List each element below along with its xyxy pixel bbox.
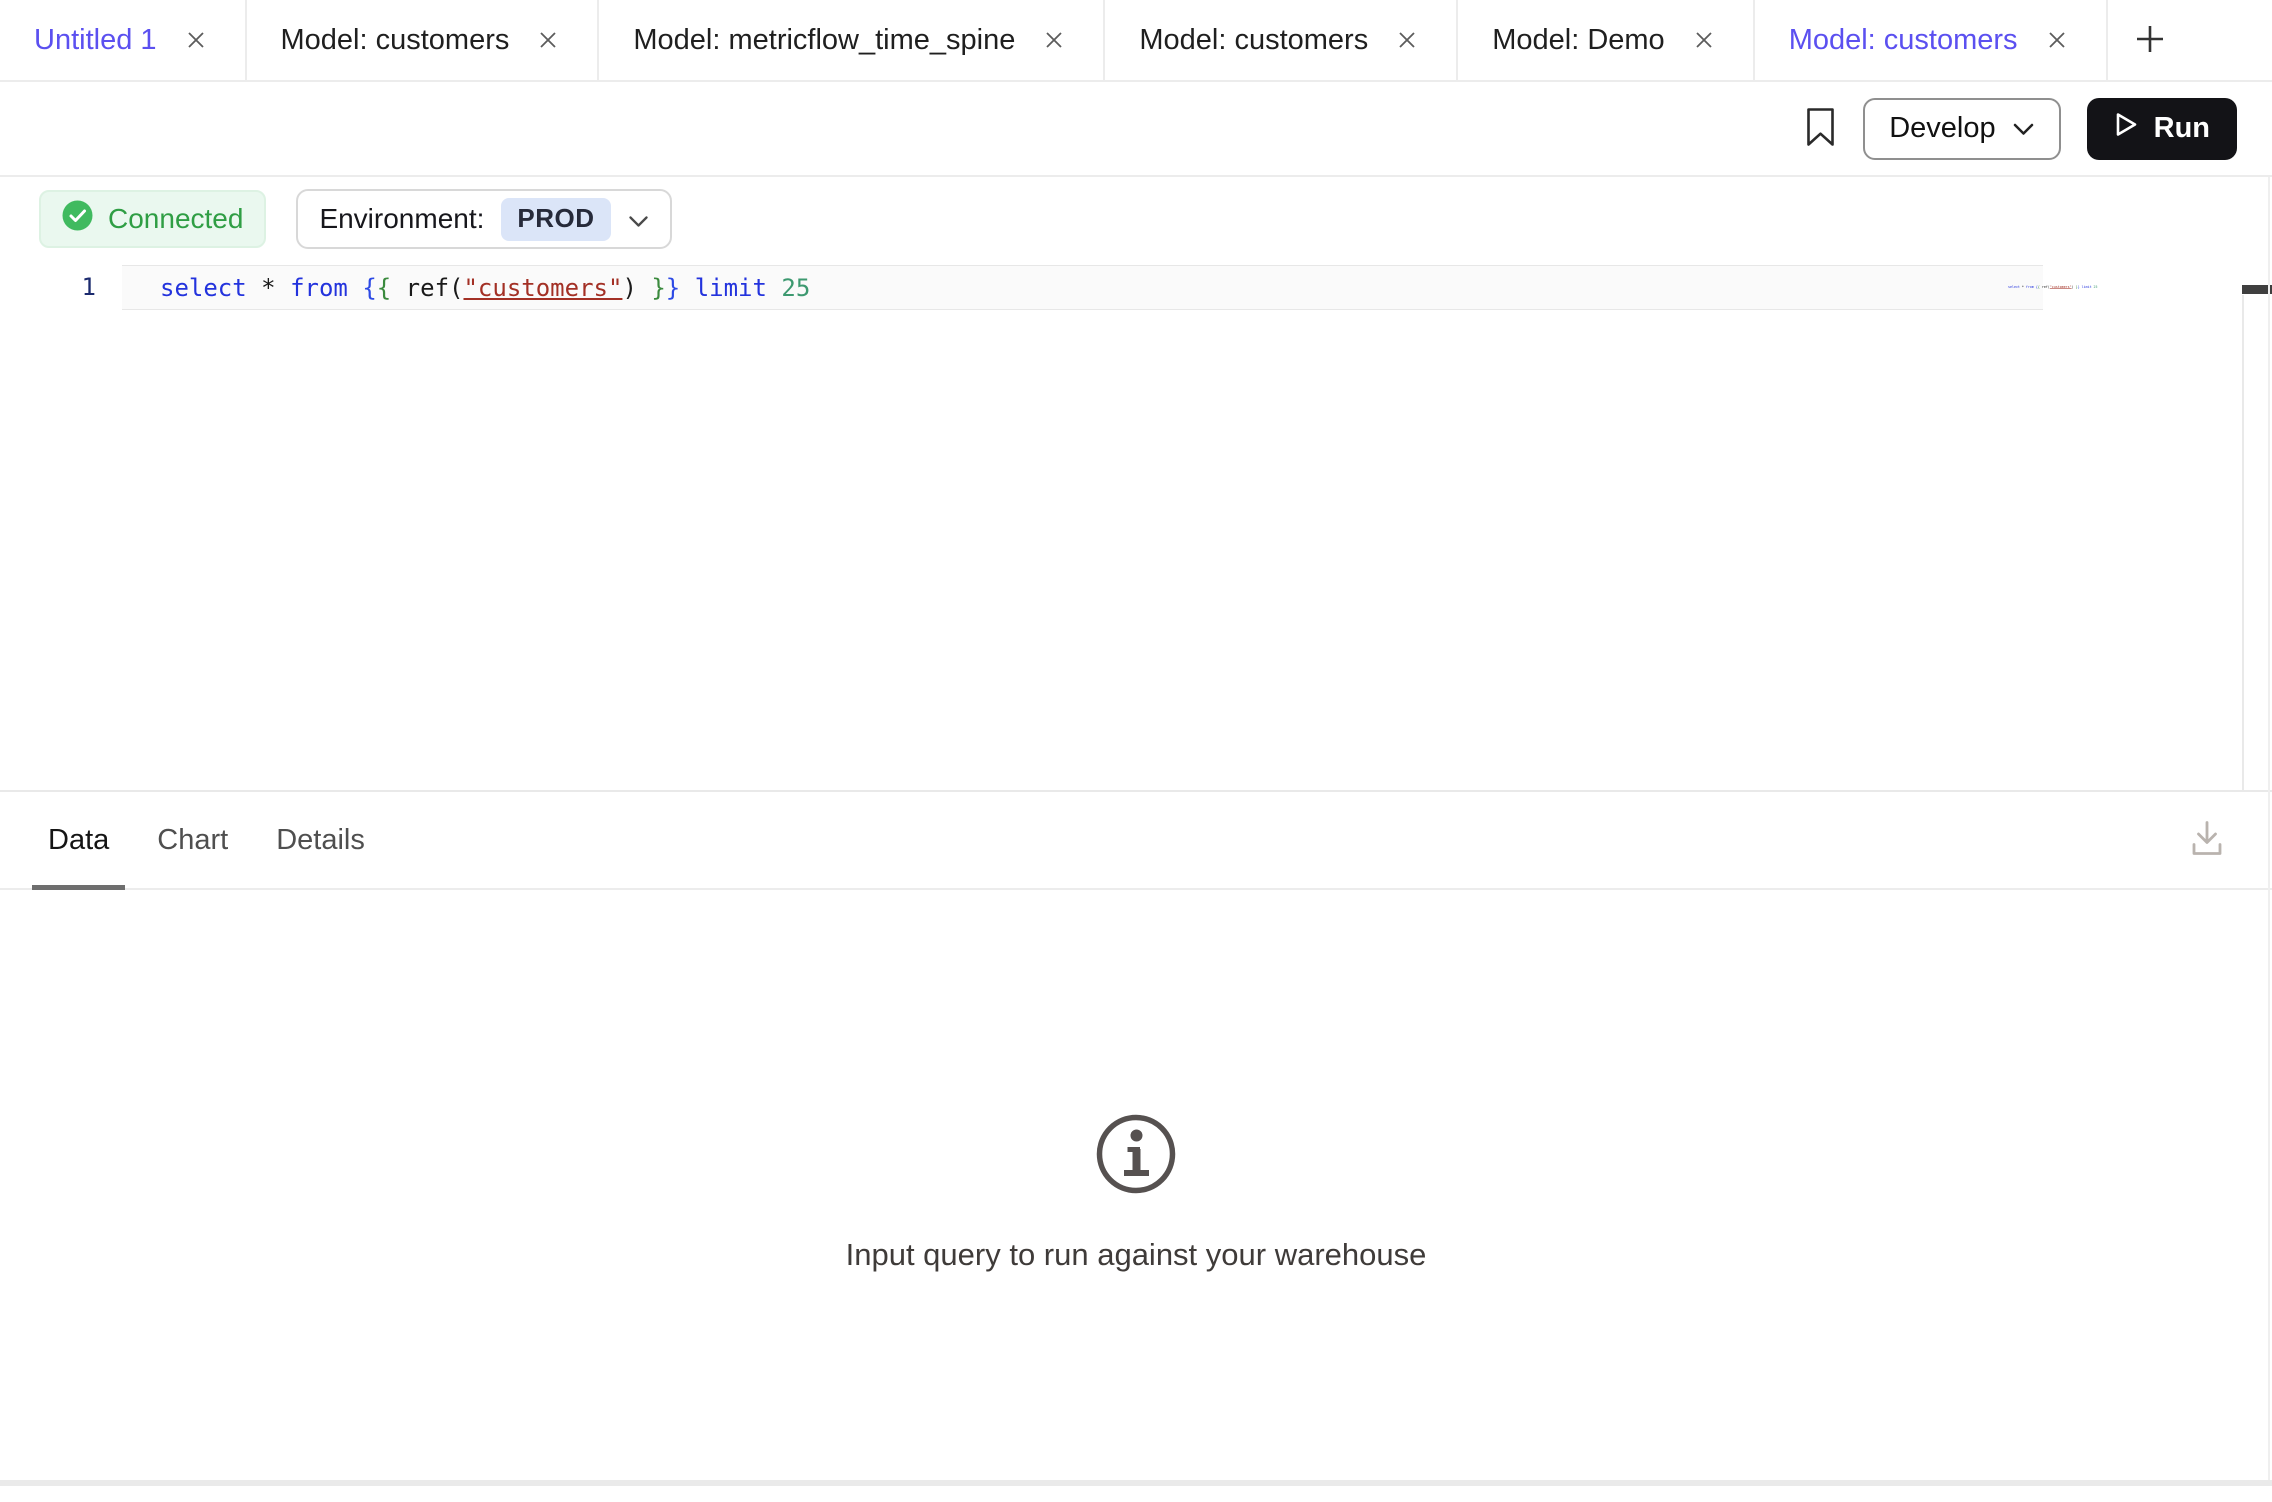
code-token-brace_inner: } xyxy=(651,274,665,302)
file-tab-label: Model: customers xyxy=(1139,24,1368,57)
code-token-plain: ( xyxy=(449,274,463,302)
bookmark-button[interactable] xyxy=(1804,106,1837,151)
results-tab-bar: DataChartDetails xyxy=(0,792,2272,890)
ref-model-link[interactable]: "customers" xyxy=(463,274,622,302)
file-tab-5[interactable]: Model: customers xyxy=(1755,0,2108,80)
code-token-plain xyxy=(680,274,694,302)
editor-minimap[interactable]: select * from {{ ref("customers") }} lim… xyxy=(2008,285,2098,289)
code-token-plain xyxy=(637,274,651,302)
code-token-plain xyxy=(391,274,405,302)
download-icon xyxy=(2186,849,2228,864)
play-icon xyxy=(2114,111,2139,146)
develop-dropdown-button[interactable]: Develop xyxy=(1863,98,2060,160)
code-token-number: 25 xyxy=(2094,285,2098,289)
code-token-number: 25 xyxy=(781,274,810,302)
info-icon xyxy=(1094,1112,1178,1201)
code-token-plain: ) xyxy=(622,274,636,302)
new-tab-button[interactable] xyxy=(2108,0,2192,80)
run-button[interactable]: Run xyxy=(2087,98,2237,160)
code-token-keyword: from xyxy=(2026,285,2034,289)
file-tab-4[interactable]: Model: Demo xyxy=(1458,0,1754,80)
download-results-button[interactable] xyxy=(2186,817,2228,864)
sql-code-editor[interactable]: 1 select * from {{ ref("customers") }} l… xyxy=(0,265,2272,790)
code-token-plain xyxy=(767,274,781,302)
line-number: 1 xyxy=(0,265,122,310)
code-token-keyword: limit xyxy=(2082,285,2092,289)
file-tab-label: Model: customers xyxy=(1789,24,2018,57)
code-token-plain xyxy=(247,274,261,302)
file-tab-1[interactable]: Model: customers xyxy=(247,0,600,80)
close-tab-icon[interactable] xyxy=(1039,25,1069,55)
run-label: Run xyxy=(2154,112,2210,145)
code-line-1[interactable]: 1 select * from {{ ref("customers") }} l… xyxy=(0,265,2272,310)
environment-value-pill: PROD xyxy=(501,198,610,241)
code-token-brace_inner: { xyxy=(377,274,391,302)
chevron-down-icon xyxy=(628,203,649,235)
code-token-keyword: select xyxy=(2008,285,2020,289)
code-line-content[interactable]: select * from {{ ref("customers") }} lim… xyxy=(122,265,2043,310)
results-panel: DataChartDetails Input query to run agai… xyxy=(0,790,2272,1502)
bookmark-icon xyxy=(1804,106,1837,151)
editor-scrollbar-track xyxy=(2242,295,2244,790)
environment-label: Environment: xyxy=(319,203,484,235)
code-token-keyword: from xyxy=(290,274,348,302)
file-tab-2[interactable]: Model: metricflow_time_spine xyxy=(599,0,1105,80)
window-bottom-edge xyxy=(0,1480,2272,1486)
close-tab-icon[interactable] xyxy=(2042,25,2072,55)
file-tab-0[interactable]: Untitled 1 xyxy=(0,0,247,80)
code-token-keyword: select xyxy=(160,274,247,302)
file-tab-bar: Untitled 1 Model: customers Model: metricf… xyxy=(0,0,2272,82)
connected-label: Connected xyxy=(108,203,243,235)
empty-results-message: Input query to run against your warehous… xyxy=(846,1237,1427,1273)
check-circle-icon xyxy=(62,200,93,238)
results-tab-data[interactable]: Data xyxy=(32,792,125,888)
file-tab-label: Model: metricflow_time_spine xyxy=(633,24,1015,57)
code-token-plain: * xyxy=(261,274,275,302)
close-tab-icon[interactable] xyxy=(1392,25,1422,55)
code-token-plain: ref xyxy=(406,274,449,302)
file-tab-label: Model: customers xyxy=(281,24,510,57)
connected-badge: Connected xyxy=(39,190,266,248)
develop-label: Develop xyxy=(1889,112,1995,145)
environment-dropdown[interactable]: Environment: PROD xyxy=(296,189,671,249)
code-token-brace_outer: } xyxy=(666,274,680,302)
code-token-plain xyxy=(348,274,362,302)
file-tab-label: Model: Demo xyxy=(1492,24,1664,57)
dbt-ide-window: Untitled 1 Model: customers Model: metricf… xyxy=(0,0,2272,1502)
results-tab-chart[interactable]: Chart xyxy=(141,792,244,888)
editor-toolbar: Develop Run xyxy=(0,82,2272,177)
plus-icon xyxy=(2133,22,2167,59)
code-token-keyword: limit xyxy=(695,274,767,302)
close-tab-icon[interactable] xyxy=(1689,25,1719,55)
chevron-down-icon xyxy=(2012,112,2035,145)
code-token-brace_outer: { xyxy=(362,274,376,302)
ref-model-link[interactable]: "customers" xyxy=(2050,285,2072,289)
code-token-plain xyxy=(276,274,290,302)
window-right-edge xyxy=(2268,177,2270,1486)
empty-results-state: Input query to run against your warehous… xyxy=(0,1112,2272,1273)
connection-status-row: Connected Environment: PROD xyxy=(39,189,2272,249)
close-tab-icon[interactable] xyxy=(533,25,563,55)
file-tab-label: Untitled 1 xyxy=(34,24,157,57)
file-tab-3[interactable]: Model: customers xyxy=(1105,0,1458,80)
results-tab-details[interactable]: Details xyxy=(260,792,381,888)
close-tab-icon[interactable] xyxy=(181,25,211,55)
